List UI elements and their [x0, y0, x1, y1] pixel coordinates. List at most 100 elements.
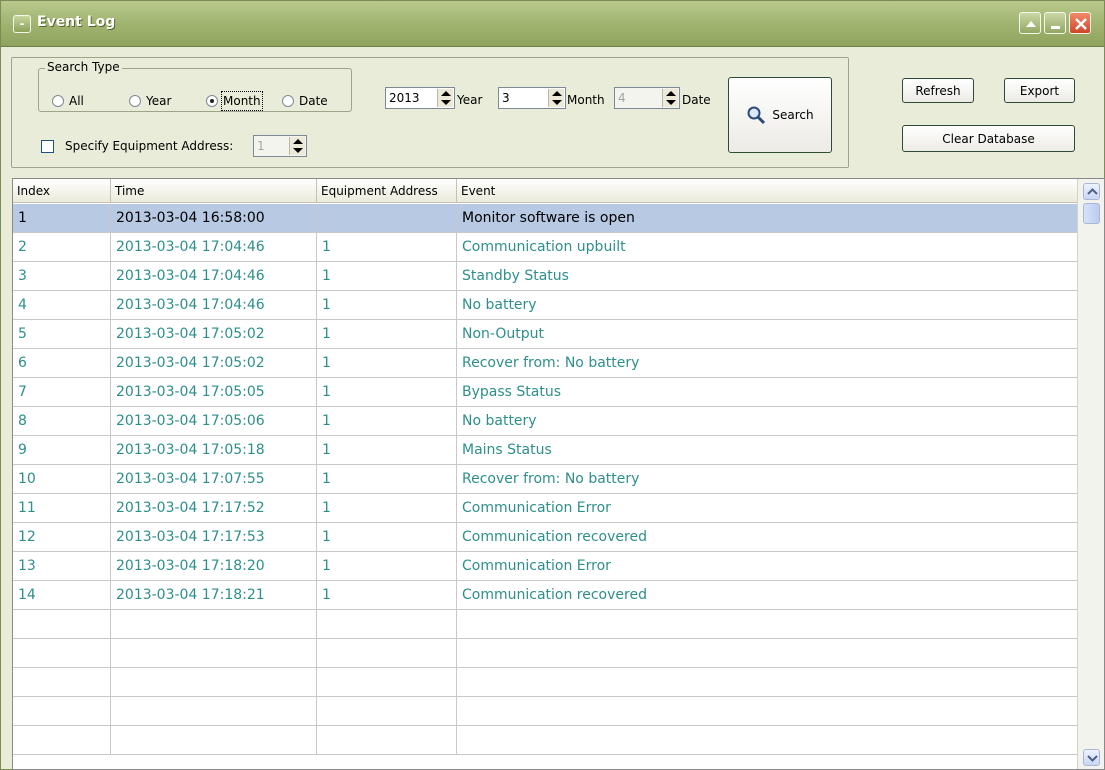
- cell-index: 11: [13, 494, 111, 523]
- event-log-window: - Event Log Search Type All Year Month D…: [0, 0, 1105, 770]
- table-row[interactable]: 9 2013-03-04 17:05:18 1 Mains Status: [13, 436, 1077, 465]
- radio-date-indicator[interactable]: [282, 95, 294, 107]
- table-row[interactable]: 3 2013-03-04 17:04:46 1 Standby Status: [13, 262, 1077, 291]
- cell-index: [13, 668, 111, 697]
- radio-date[interactable]: Date: [282, 93, 328, 109]
- radio-all-indicator[interactable]: [52, 95, 64, 107]
- cell-equipment-address: 1: [317, 436, 457, 465]
- table-row[interactable]: 10 2013-03-04 17:07:55 1 Recover from: No b…: [13, 465, 1077, 494]
- cell-event: Communication Error: [462, 500, 611, 516]
- cell-index: 4: [13, 291, 111, 320]
- table-row[interactable]: 7 2013-03-04 17:05:05 1 Bypass Status: [13, 378, 1077, 407]
- scroll-up-button[interactable]: [1083, 183, 1100, 200]
- radio-month-indicator[interactable]: [206, 95, 218, 107]
- column-header-equipment-address[interactable]: Equipment Address: [317, 179, 457, 203]
- cell-index: 2: [13, 233, 111, 262]
- radio-month-label: Month: [221, 91, 263, 111]
- table-row[interactable]: 1 2013-03-04 16:58:00 Monitor software is …: [13, 204, 1077, 233]
- cell-equipment-address: 1: [317, 465, 457, 494]
- radio-all[interactable]: All: [52, 93, 84, 109]
- cell-time: 2013-03-04 17:05:18: [111, 436, 317, 465]
- cell-time: [111, 697, 317, 726]
- vertical-scrollbar[interactable]: [1077, 179, 1104, 769]
- scroll-thumb[interactable]: [1083, 203, 1100, 224]
- title-bar[interactable]: - Event Log: [1, 1, 1104, 47]
- cell-event: Communication recovered: [462, 529, 647, 545]
- refresh-button[interactable]: Refresh: [902, 78, 974, 103]
- cell-time: 2013-03-04 16:58:00: [111, 204, 317, 233]
- clear-database-button-label: Clear Database: [942, 131, 1035, 146]
- cell-time: 2013-03-04 17:04:46: [111, 262, 317, 291]
- empty-table-row[interactable]: [13, 610, 1077, 639]
- table-row[interactable]: 14 2013-03-04 17:18:21 1 Communication reco…: [13, 581, 1077, 610]
- empty-table-row[interactable]: [13, 697, 1077, 726]
- cell-index: 14: [13, 581, 111, 610]
- column-header-index[interactable]: Index: [13, 179, 111, 203]
- date-value[interactable]: 4: [618, 91, 626, 105]
- cell-time: 2013-03-04 17:05:02: [111, 320, 317, 349]
- table-row[interactable]: 4 2013-03-04 17:04:46 1 No battery: [13, 291, 1077, 320]
- cell-equipment-address: [317, 697, 457, 726]
- cell-index: [13, 726, 111, 755]
- empty-table-row[interactable]: [13, 726, 1077, 755]
- cell-equipment-address: 1: [317, 523, 457, 552]
- empty-table-row[interactable]: [13, 668, 1077, 697]
- cell-event: No battery: [462, 413, 537, 429]
- radio-year[interactable]: Year: [129, 93, 171, 109]
- cell-time: 2013-03-04 17:18:21: [111, 581, 317, 610]
- equipment-spin-arrows[interactable]: [289, 137, 305, 155]
- cell-time: 2013-03-04 17:04:46: [111, 291, 317, 320]
- cell-index: 13: [13, 552, 111, 581]
- cell-index: 1: [13, 204, 111, 233]
- year-spin-arrows[interactable]: [437, 89, 453, 107]
- cell-equipment-address: 1: [317, 262, 457, 291]
- chevron-down-icon: [1087, 755, 1098, 762]
- cell-time: [111, 610, 317, 639]
- table-row[interactable]: 11 2013-03-04 17:17:52 1 Communication Erro…: [13, 494, 1077, 523]
- table-row[interactable]: 12 2013-03-04 17:17:53 1 Communication reco…: [13, 523, 1077, 552]
- cell-event: Communication Error: [462, 558, 611, 574]
- year-value[interactable]: 2013: [389, 91, 420, 105]
- minimize-icon: [1051, 26, 1060, 29]
- cell-equipment-address: [317, 726, 457, 755]
- table-row[interactable]: 2 2013-03-04 17:04:46 1 Communication upbui…: [13, 233, 1077, 262]
- table-row[interactable]: 5 2013-03-04 17:05:02 1 Non-Output: [13, 320, 1077, 349]
- maximize-button[interactable]: [1019, 12, 1041, 34]
- table-header: Index Time Equipment Address Event: [13, 179, 1077, 203]
- cell-index: 6: [13, 349, 111, 378]
- cell-event: Mains Status: [462, 442, 552, 458]
- minimize-button[interactable]: [1044, 12, 1066, 34]
- scroll-down-button[interactable]: [1083, 749, 1100, 766]
- cell-equipment-address: 1: [317, 291, 457, 320]
- export-button[interactable]: Export: [1004, 78, 1075, 103]
- close-button[interactable]: [1069, 12, 1091, 34]
- search-button[interactable]: Search: [728, 77, 832, 153]
- table-row[interactable]: 13 2013-03-04 17:18:20 1 Communication Erro…: [13, 552, 1077, 581]
- clear-database-button[interactable]: Clear Database: [902, 125, 1075, 152]
- column-header-time[interactable]: Time: [111, 179, 317, 203]
- chevron-up-icon: [1087, 188, 1098, 195]
- system-menu-icon[interactable]: -: [13, 15, 31, 33]
- year-spinbox[interactable]: 2013: [385, 87, 455, 109]
- cell-equipment-address: [317, 668, 457, 697]
- table-row[interactable]: 8 2013-03-04 17:05:06 1 No battery: [13, 407, 1077, 436]
- equipment-address-spinbox[interactable]: 1: [253, 135, 307, 157]
- date-label: Date: [682, 93, 711, 107]
- month-value[interactable]: 3: [502, 91, 510, 105]
- month-spin-arrows[interactable]: [548, 89, 564, 107]
- equipment-address-value[interactable]: 1: [257, 139, 265, 153]
- cell-event: No battery: [462, 297, 537, 313]
- cell-time: [111, 726, 317, 755]
- spin-arrows-icon: [441, 91, 451, 105]
- date-spin-arrows[interactable]: [662, 89, 678, 107]
- month-spinbox[interactable]: 3: [498, 87, 566, 109]
- cell-index: 7: [13, 378, 111, 407]
- radio-month[interactable]: Month: [206, 91, 263, 111]
- column-header-event[interactable]: Event: [457, 179, 1077, 203]
- specify-equipment-checkbox[interactable]: [41, 140, 54, 153]
- table-row[interactable]: 6 2013-03-04 17:05:02 1 Recover from: No ba…: [13, 349, 1077, 378]
- cell-equipment-address: [317, 639, 457, 668]
- date-spinbox[interactable]: 4: [614, 87, 680, 109]
- empty-table-row[interactable]: [13, 639, 1077, 668]
- radio-year-indicator[interactable]: [129, 95, 141, 107]
